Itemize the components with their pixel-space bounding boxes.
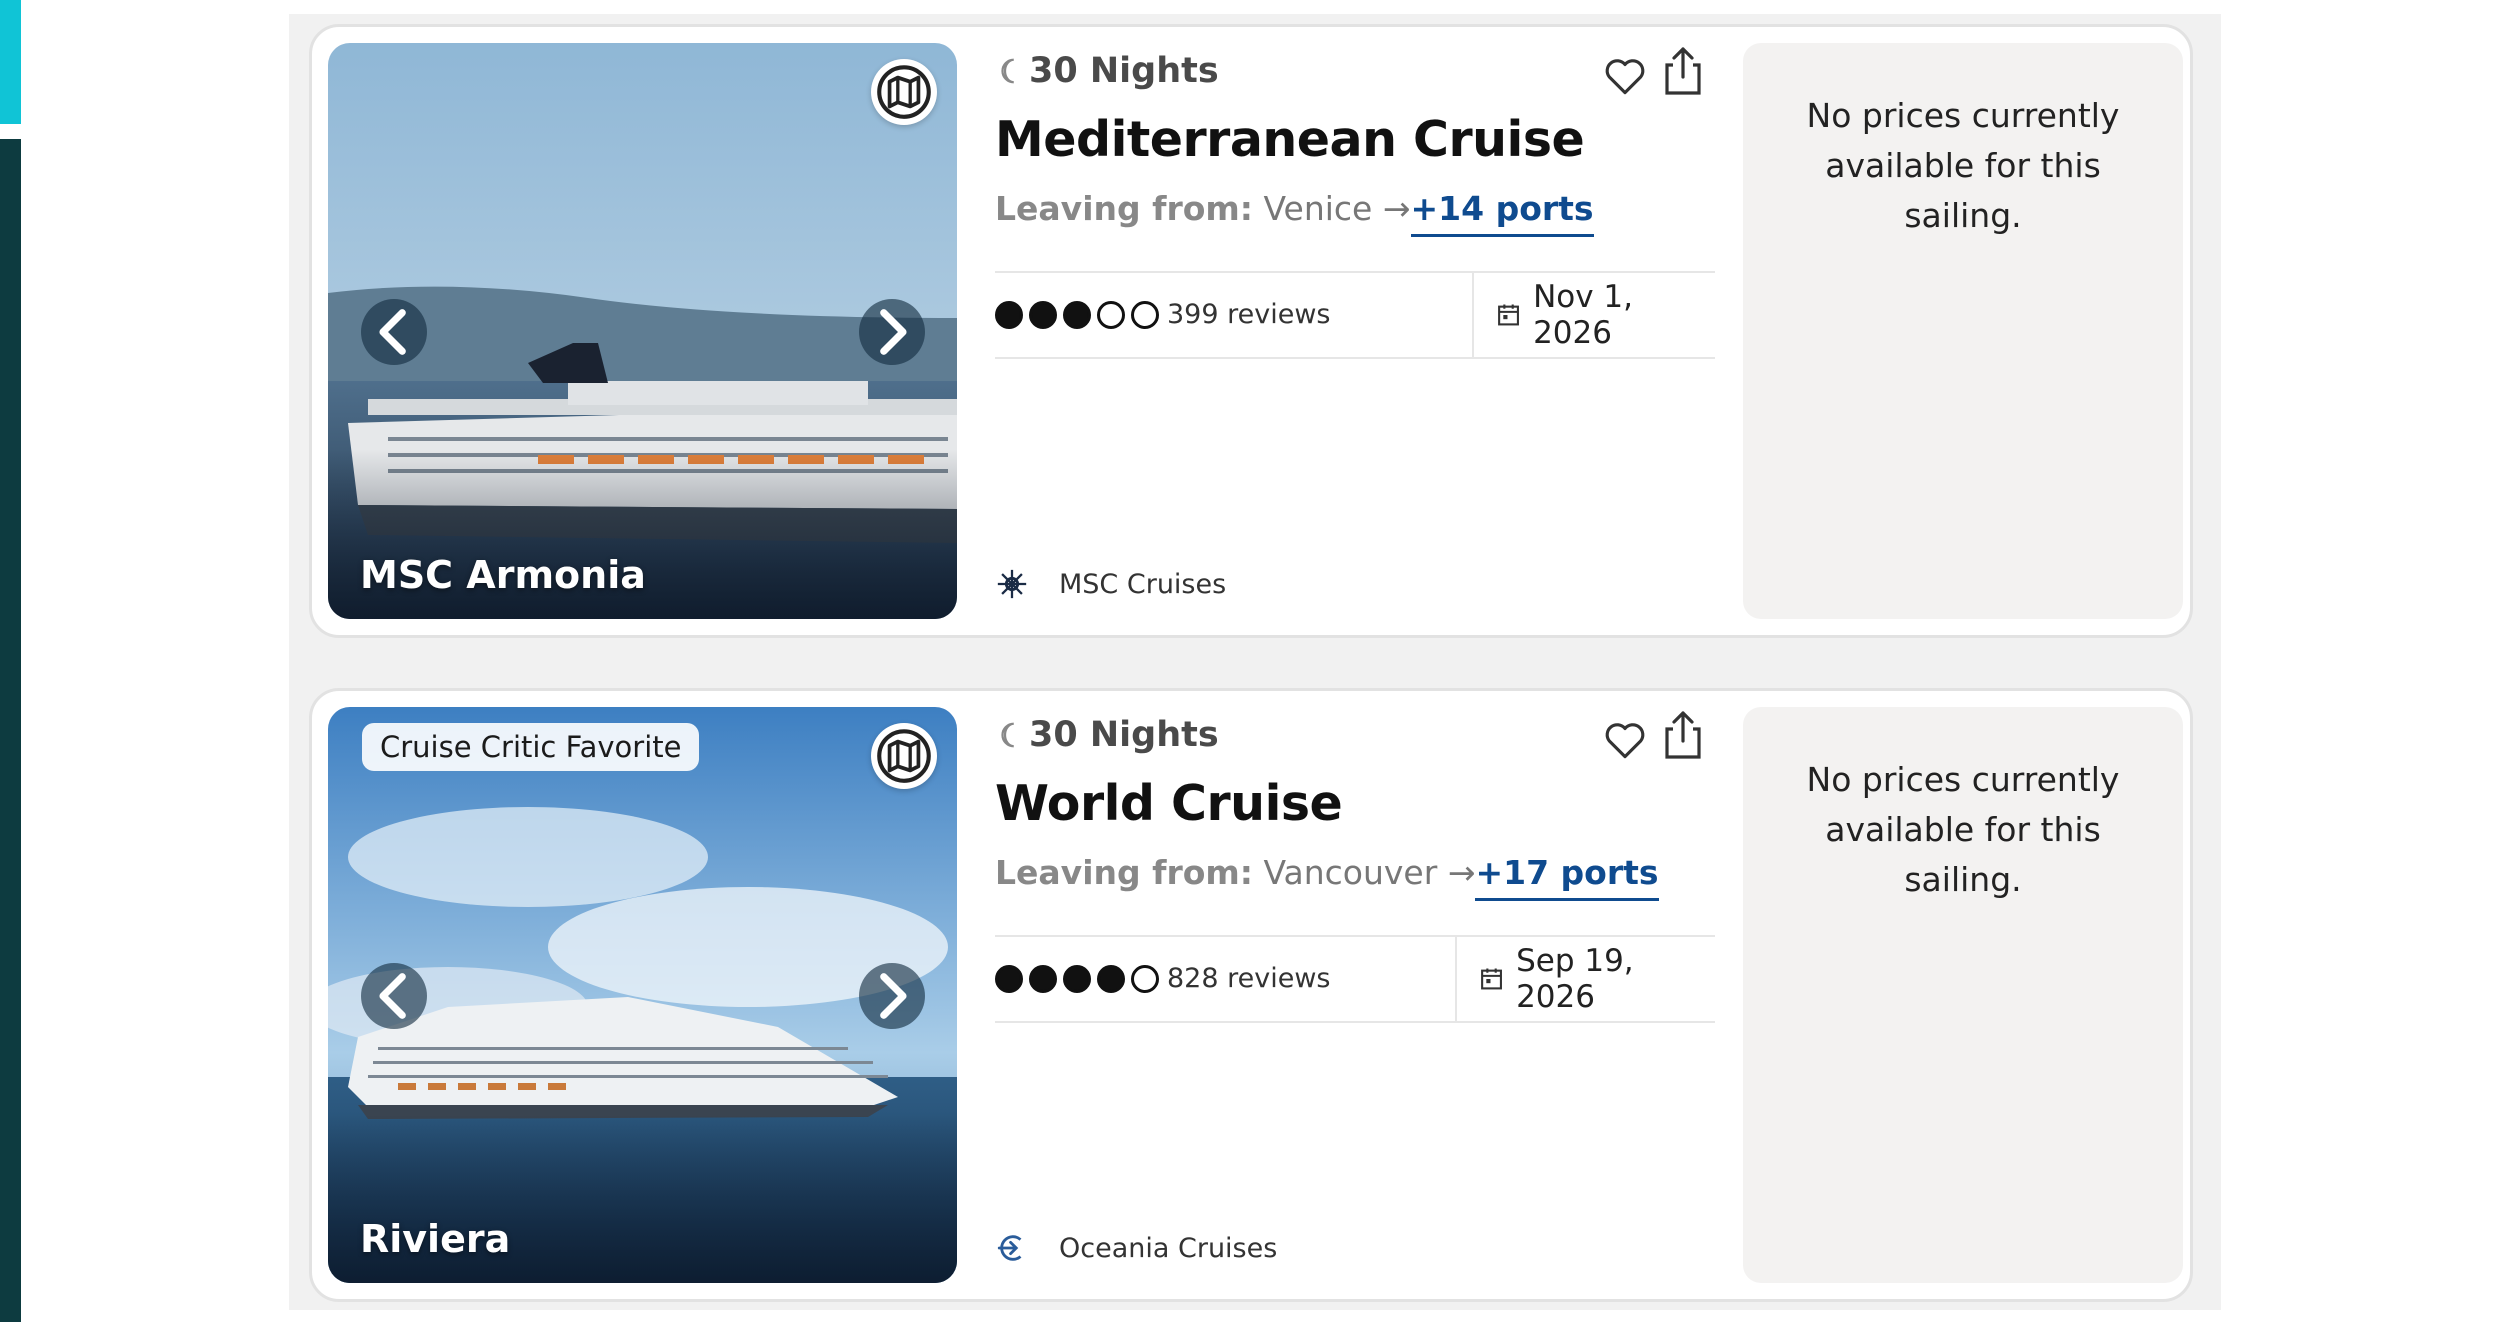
rating-dot <box>1063 300 1091 329</box>
rating-dot <box>1131 300 1159 329</box>
meta-row: 828 reviews Sep 19, 2026 <box>995 935 1715 1023</box>
share-button[interactable] <box>1659 707 1707 763</box>
rating: 399 reviews <box>995 299 1330 330</box>
rating-dot <box>1097 300 1125 329</box>
cruise-card[interactable]: Cruise Critic Favorite Riviera 30 Nights <box>309 688 2193 1302</box>
share-icon <box>1665 47 1701 95</box>
cruise-title[interactable]: World Cruise <box>995 775 1343 832</box>
carousel-prev-button[interactable] <box>361 963 427 1029</box>
moon-icon <box>1001 58 1014 84</box>
departure-info: Leaving from: Vancouver →+17 ports <box>995 853 1659 901</box>
leaving-label: Leaving from: <box>995 853 1253 892</box>
ship-name: Riviera <box>360 1217 511 1261</box>
rating-dot <box>1063 964 1091 993</box>
ship-name: MSC Armonia <box>360 553 646 597</box>
accent-bar-side <box>0 139 21 1322</box>
ship-photo[interactable]: Cruise Critic Favorite Riviera <box>328 707 957 1283</box>
nights-text: 30 Nights <box>1029 51 1219 91</box>
rating-dot <box>1131 964 1159 993</box>
departure-port: Vancouver <box>1263 853 1438 892</box>
nights-label: 30 Nights <box>995 715 1219 755</box>
favorite-badge: Cruise Critic Favorite <box>362 723 700 771</box>
cruise-card[interactable]: MSC Armonia 30 Nights Mediterranean Crui… <box>309 24 2193 638</box>
price-note: No prices currently available for this s… <box>1806 96 2120 235</box>
cruise-line-name: Oceania Cruises <box>1059 1232 1278 1264</box>
departure-info: Leaving from: Venice →+14 ports <box>995 189 1594 237</box>
moon-icon <box>1001 722 1014 748</box>
price-box: No prices currently available for this s… <box>1743 707 2183 1283</box>
heart-icon <box>1605 59 1645 95</box>
share-button[interactable] <box>1659 43 1707 99</box>
cruise-line-logo-icon <box>997 1235 1022 1261</box>
map-icon <box>877 65 931 119</box>
price-note: No prices currently available for this s… <box>1806 760 2120 899</box>
carousel-next-button[interactable] <box>859 963 925 1029</box>
rating: 828 reviews <box>995 963 1330 994</box>
ports-link[interactable]: +14 ports <box>1410 189 1594 237</box>
price-box: No prices currently available for this s… <box>1743 43 2183 619</box>
chevron-left-icon <box>379 309 406 355</box>
nights-label: 30 Nights <box>995 51 1219 91</box>
accent-bar-top <box>0 0 21 124</box>
reviews-count[interactable]: 828 reviews <box>1167 963 1330 994</box>
rating-dot <box>995 300 1023 329</box>
calendar-icon <box>1498 304 1519 326</box>
meta-row: 399 reviews Nov 1, 2026 <box>995 271 1715 359</box>
carousel-prev-button[interactable] <box>361 299 427 365</box>
rating-dot <box>1097 964 1125 993</box>
rating-dot <box>1029 964 1057 993</box>
sail-date-text: Nov 1, 2026 <box>1533 279 1633 351</box>
rating-dot <box>995 964 1023 993</box>
chevron-right-icon <box>880 973 907 1019</box>
reviews-count[interactable]: 399 reviews <box>1167 299 1330 330</box>
sail-date: Nov 1, 2026 <box>1472 273 1715 357</box>
arrow-right-icon: → <box>1382 189 1411 228</box>
carousel-next-button[interactable] <box>859 299 925 365</box>
itinerary-map-button[interactable] <box>871 723 937 789</box>
sail-date-text: Sep 19, 2026 <box>1516 943 1634 1015</box>
ship-photo[interactable]: MSC Armonia <box>328 43 957 619</box>
save-favorite-button[interactable] <box>1600 51 1650 101</box>
chevron-left-icon <box>379 973 406 1019</box>
departure-port: Venice <box>1263 189 1373 228</box>
cruise-line-logo-icon <box>997 569 1027 599</box>
sail-date: Sep 19, 2026 <box>1455 937 1715 1021</box>
cruise-line: MSC Cruises <box>995 567 1226 601</box>
map-icon <box>877 729 931 783</box>
ports-link[interactable]: +17 ports <box>1475 853 1659 901</box>
nights-text: 30 Nights <box>1029 715 1219 755</box>
share-icon <box>1665 711 1701 759</box>
heart-icon <box>1605 723 1645 759</box>
itinerary-map-button[interactable] <box>871 59 937 125</box>
cruise-title[interactable]: Mediterranean Cruise <box>995 111 1585 168</box>
cruise-line: Oceania Cruises <box>995 1231 1277 1265</box>
rating-dot <box>1029 300 1057 329</box>
arrow-right-icon: → <box>1447 853 1476 892</box>
calendar-icon <box>1481 968 1502 990</box>
save-favorite-button[interactable] <box>1600 715 1650 765</box>
chevron-right-icon <box>880 309 907 355</box>
cruise-line-name: MSC Cruises <box>1059 568 1227 600</box>
leaving-label: Leaving from: <box>995 189 1253 228</box>
